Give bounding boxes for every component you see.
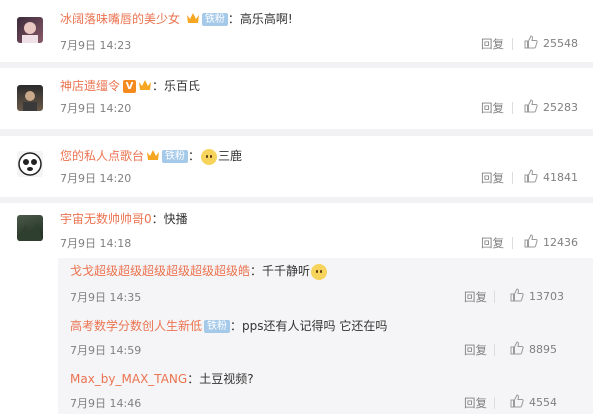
- reply-button[interactable]: 回复: [481, 235, 504, 251]
- reply-time: 7月9日 14:59: [70, 344, 142, 357]
- vip-badge: V: [123, 80, 137, 93]
- like-button[interactable]: 4554: [510, 394, 557, 409]
- avatar[interactable]: [17, 151, 43, 177]
- thumbs-up-icon: [524, 35, 538, 49]
- colon: ：: [230, 319, 243, 333]
- reply-username[interactable]: 高考数学分数创人生新低: [70, 319, 202, 333]
- comment-time: 7月9日 14:20: [60, 172, 132, 185]
- avatar[interactable]: [17, 215, 43, 241]
- reply-button[interactable]: 回复: [481, 170, 504, 186]
- like-count: 41841: [543, 171, 578, 184]
- divider: [512, 172, 513, 184]
- comment-text: 快播: [163, 212, 188, 226]
- colon: ：: [152, 79, 165, 93]
- colon: ：: [187, 372, 200, 386]
- comment-time: 7月9日 14:23: [60, 39, 132, 52]
- reply-button[interactable]: 回复: [481, 36, 504, 52]
- like-count: 25283: [543, 101, 578, 114]
- divider: [512, 38, 513, 50]
- like-count: 8895: [529, 343, 557, 356]
- fan-badge: 铁粉: [162, 150, 189, 163]
- like-count: 25548: [543, 37, 578, 50]
- comment-time: 7月9日 14:18: [60, 237, 132, 250]
- reply-time: 7月9日 14:46: [70, 397, 142, 410]
- avatar[interactable]: [17, 85, 43, 111]
- thumbs-up-icon: [510, 394, 524, 408]
- avatar[interactable]: [17, 17, 43, 43]
- crown-badge-icon: [186, 11, 200, 29]
- reply-button[interactable]: 回复: [481, 100, 504, 116]
- comment-card: 神店遗缰令 V ：乐百氏 7月9日 14:20 回复 25283: [0, 68, 593, 129]
- comment-username[interactable]: 您的私人点歌台: [60, 149, 144, 163]
- comment-time: 7月9日 14:20: [60, 102, 132, 115]
- comment-username[interactable]: 神店遗缰令: [60, 79, 120, 93]
- like-button[interactable]: 25283: [524, 99, 578, 114]
- like-button[interactable]: 41841: [524, 169, 578, 184]
- like-button[interactable]: 25548: [524, 35, 578, 50]
- thumbs-up-icon: [524, 99, 538, 113]
- crown-badge-icon: [146, 148, 160, 166]
- divider: [494, 291, 495, 303]
- like-count: 12436: [543, 236, 578, 249]
- divider: [512, 102, 513, 114]
- reply-username[interactable]: Max_by_MAX_TANG: [70, 372, 187, 386]
- divider: [494, 344, 495, 356]
- colon: ：: [151, 212, 164, 226]
- thumbs-up-icon: [510, 341, 524, 355]
- colon: ：: [250, 264, 263, 278]
- doge-emoji-icon: [201, 148, 218, 165]
- reply-text: 土豆视频?: [199, 372, 254, 386]
- fan-badge: 铁粉: [204, 320, 231, 333]
- comment-username[interactable]: 冰阔落味嘴唇的美少女: [60, 12, 180, 26]
- thumbs-up-icon: [524, 234, 538, 248]
- reply-text: pps还有人记得吗 它还在吗: [242, 319, 388, 333]
- reply-button[interactable]: 回复: [464, 289, 487, 305]
- like-button[interactable]: 12436: [524, 234, 578, 249]
- divider: [494, 397, 495, 409]
- like-button[interactable]: 8895: [510, 341, 557, 356]
- reply-button[interactable]: 回复: [464, 395, 487, 411]
- comment-username[interactable]: 宇宙无数帅帅哥0: [60, 212, 152, 226]
- reply-thread: 戈戈超级超级超级超级超级超级皓：千千静听 7月9日 14:35 回复 13703…: [58, 258, 593, 414]
- fan-badge: 铁粉: [201, 13, 228, 26]
- colon: ：: [227, 12, 240, 26]
- comment-card: 您的私人点歌台 铁粉： 三鹿 7月9日 14:20 回复 41841: [0, 136, 593, 197]
- colon: ：: [188, 149, 201, 163]
- thumbs-up-icon: [510, 288, 524, 302]
- thumbs-up-icon: [524, 169, 538, 183]
- reply-username[interactable]: 戈戈超级超级超级超级超级超级皓: [70, 264, 250, 278]
- reply-text: 千千静听: [262, 264, 311, 278]
- reply-button[interactable]: 回复: [464, 342, 487, 358]
- comment-text: 三鹿: [218, 149, 243, 163]
- like-count: 4554: [529, 396, 557, 409]
- reply-time: 7月9日 14:35: [70, 291, 142, 304]
- divider: [512, 237, 513, 249]
- comment-card: 冰阔落味嘴唇的美少女 铁粉 ：高乐高啊! 7月9日 14:23 回复 25548: [0, 0, 593, 62]
- like-count: 13703: [529, 290, 564, 303]
- comment-text: 乐百氏: [164, 79, 201, 93]
- comment-text: 高乐高啊!: [239, 12, 293, 26]
- like-button[interactable]: 13703: [510, 288, 564, 303]
- crown-badge-icon: [138, 78, 152, 96]
- doge-emoji-icon: [311, 263, 328, 280]
